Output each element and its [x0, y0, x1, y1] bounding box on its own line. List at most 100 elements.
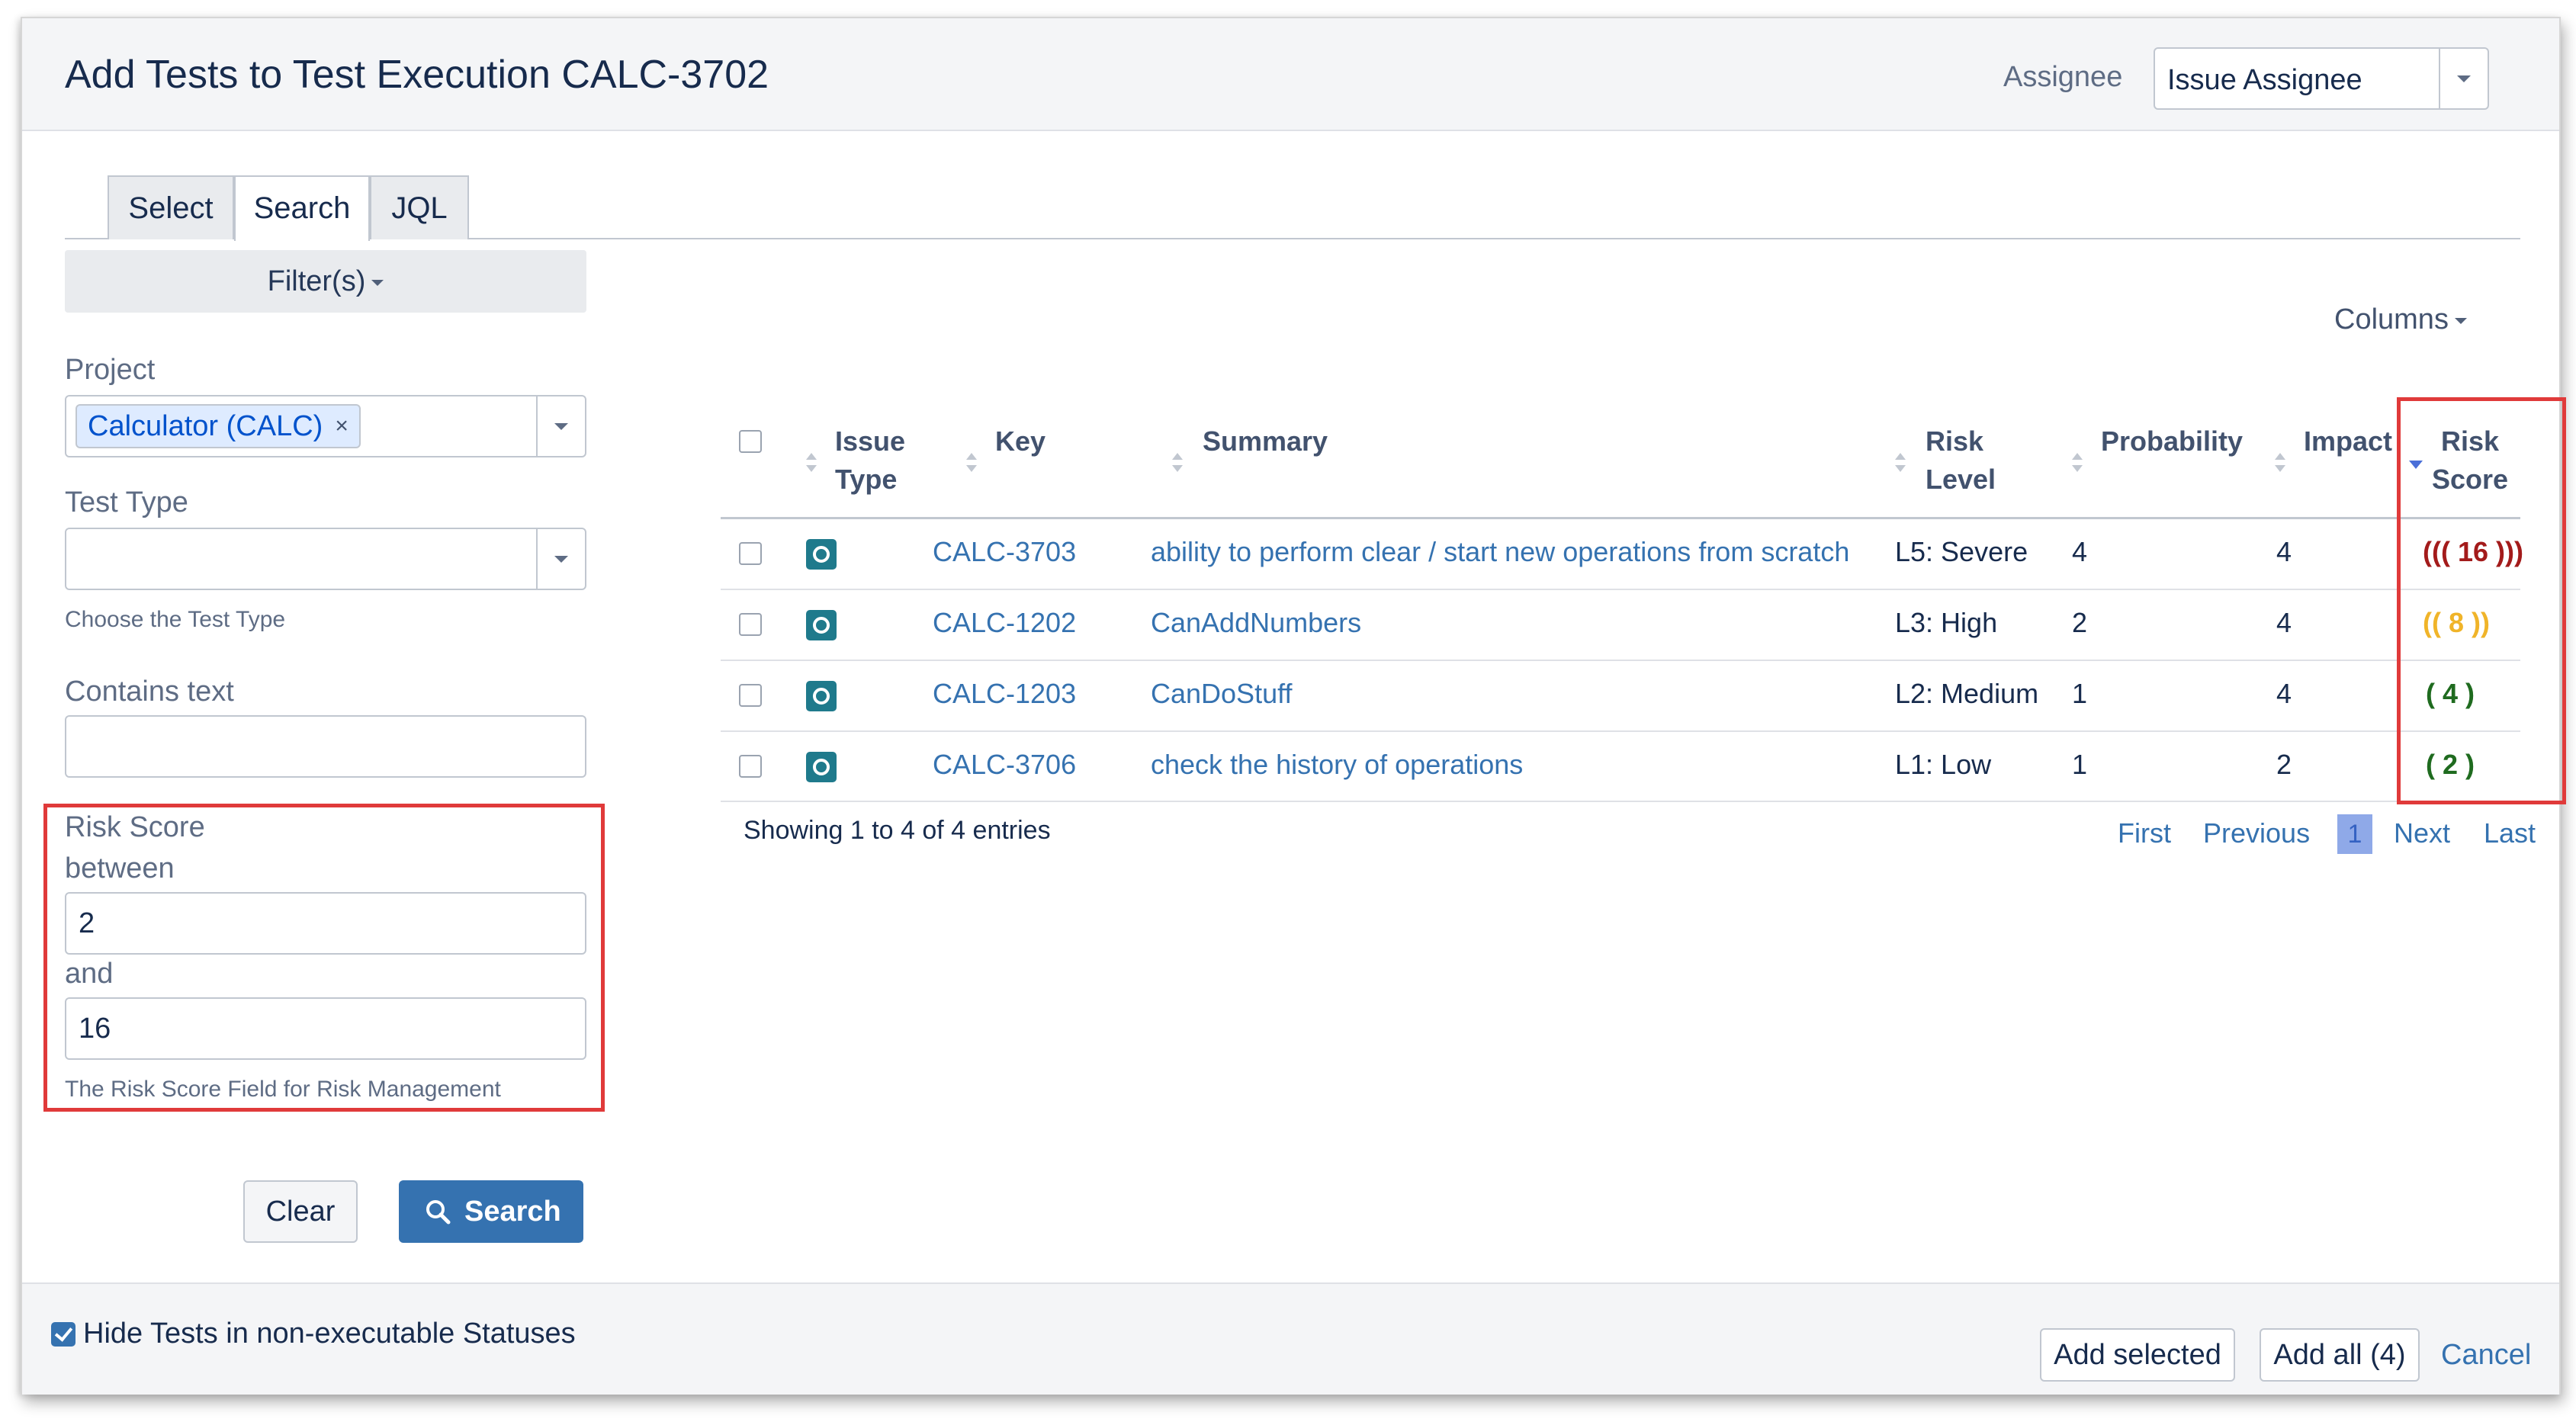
pagination-previous[interactable]: Previous — [2203, 817, 2310, 849]
row-checkbox[interactable] — [739, 684, 762, 707]
sort-icon[interactable] — [2072, 453, 2083, 476]
header-key[interactable]: Key — [995, 422, 1045, 461]
pagination-next[interactable]: Next — [2394, 817, 2450, 849]
chevron-down-icon — [2454, 317, 2467, 324]
cancel-link[interactable]: Cancel — [2441, 1339, 2531, 1372]
sort-icon[interactable] — [1172, 453, 1183, 476]
filters-button-label: Filter(s) — [267, 265, 366, 297]
risk-score-highlight — [43, 804, 605, 1112]
impact: 4 — [2276, 607, 2292, 638]
table-row[interactable]: CALC-3706 check the history of operation… — [721, 732, 2520, 802]
risk-score-column-highlight — [2397, 397, 2566, 804]
contains-text-input[interactable] — [65, 715, 586, 778]
probability: 4 — [2072, 536, 2088, 567]
tab-jql[interactable]: JQL — [370, 175, 469, 239]
sort-icon[interactable] — [2275, 453, 2285, 476]
select-all-checkbox[interactable] — [739, 430, 762, 453]
test-issue-type-icon — [806, 681, 837, 711]
risk-score-label: Risk Score — [65, 811, 205, 843]
add-selected-button[interactable]: Add selected — [2040, 1328, 2235, 1382]
sort-icon[interactable] — [966, 453, 977, 476]
test-type-dropdown-button[interactable] — [536, 529, 585, 589]
row-checkbox[interactable] — [739, 613, 762, 636]
row-divider — [721, 801, 2520, 802]
impact: 2 — [2276, 749, 2292, 780]
risk-level: L2: Medium — [1895, 678, 2039, 709]
chevron-down-icon — [554, 556, 568, 563]
test-type-label: Test Type — [65, 486, 188, 518]
row-checkbox[interactable] — [739, 755, 762, 778]
chevron-down-icon — [2457, 75, 2471, 82]
risk-score-help: The Risk Score Field for Risk Management — [65, 1077, 501, 1102]
assignee-value: Issue Assignee — [2167, 64, 2362, 96]
dialog-title: Add Tests to Test Execution CALC-3702 — [65, 53, 769, 97]
filters-dropdown-button[interactable]: Filter(s) — [65, 250, 586, 313]
issue-key-link[interactable]: CALC-3706 — [933, 749, 1076, 781]
remove-project-icon[interactable]: × — [335, 406, 348, 447]
add-all-button[interactable]: Add all (4) — [2260, 1328, 2420, 1382]
impact: 4 — [2276, 678, 2292, 709]
pagination-current-page[interactable]: 1 — [2337, 814, 2372, 854]
risk-level: L5: Severe — [1895, 536, 2028, 567]
add-tests-dialog: Add Tests to Test Execution CALC-3702 As… — [21, 17, 2566, 1395]
chevron-down-icon — [554, 423, 568, 430]
project-dropdown-button[interactable] — [536, 396, 585, 456]
search-button[interactable]: Search — [399, 1180, 583, 1243]
test-type-help: Choose the Test Type — [65, 607, 286, 632]
header-issue-type-line2: Type — [835, 464, 898, 495]
test-issue-type-icon — [806, 539, 837, 570]
header-impact[interactable]: Impact — [2304, 422, 2392, 461]
contains-text-label: Contains text — [65, 676, 234, 708]
hide-non-executable-checkbox[interactable] — [51, 1322, 75, 1347]
tab-select[interactable]: Select — [108, 175, 234, 239]
between-label: between — [65, 852, 175, 884]
pagination-last[interactable]: Last — [2484, 817, 2536, 849]
header-risk-level-line2: Level — [1926, 464, 1996, 495]
probability: 1 — [2072, 678, 2088, 709]
issue-key-link[interactable]: CALC-1203 — [933, 678, 1076, 710]
project-chip-label: Calculator (CALC) — [88, 410, 323, 442]
test-issue-type-icon — [806, 752, 837, 782]
and-label: and — [65, 958, 114, 990]
project-select[interactable]: Calculator (CALC) × — [65, 395, 586, 457]
issue-summary-link[interactable]: CanDoStuff — [1151, 678, 1292, 710]
issue-key-link[interactable]: CALC-3703 — [933, 536, 1076, 568]
test-issue-type-icon — [806, 610, 837, 640]
issue-key-link[interactable]: CALC-1202 — [933, 607, 1076, 639]
tab-search[interactable]: Search — [234, 175, 370, 241]
issue-summary-link[interactable]: check the history of operations — [1151, 749, 1523, 781]
risk-score-min-input[interactable]: 2 — [65, 892, 586, 955]
entries-info: Showing 1 to 4 of 4 entries — [744, 816, 1051, 845]
table-row[interactable]: CALC-1203 CanDoStuff L2: Medium 1 4 ( 4 … — [721, 661, 2520, 731]
table-row[interactable]: CALC-3703 ability to perform clear / sta… — [721, 519, 2523, 589]
probability: 1 — [2072, 749, 2088, 780]
columns-button[interactable]: Columns — [2334, 303, 2467, 336]
clear-button[interactable]: Clear — [243, 1180, 358, 1243]
test-type-select[interactable] — [65, 528, 586, 590]
header-probability[interactable]: Probability — [2101, 422, 2243, 461]
risk-score-min-value: 2 — [79, 907, 95, 939]
assignee-select[interactable]: Issue Assignee — [2154, 47, 2489, 110]
row-checkbox[interactable] — [739, 542, 762, 565]
header-issue-type[interactable]: Issue Type — [835, 422, 905, 499]
header-risk-level[interactable]: Risk Level — [1926, 422, 1996, 499]
risk-score-max-input[interactable]: 16 — [65, 997, 586, 1060]
header-issue-type-line1: Issue — [835, 425, 906, 457]
impact: 4 — [2276, 536, 2292, 567]
sort-icon[interactable] — [806, 453, 817, 476]
project-chip: Calculator (CALC) × — [75, 404, 361, 448]
table-row[interactable]: CALC-1202 CanAddNumbers L3: High 2 4 (( … — [721, 590, 2520, 660]
assignee-dropdown-button[interactable] — [2439, 49, 2488, 108]
chevron-down-icon — [371, 279, 384, 286]
columns-button-label: Columns — [2334, 303, 2449, 335]
pagination-first[interactable]: First — [2118, 817, 2171, 849]
sort-icon[interactable] — [1895, 453, 1906, 476]
header-summary[interactable]: Summary — [1203, 422, 1328, 461]
search-button-label: Search — [464, 1196, 561, 1228]
issue-summary-link[interactable]: CanAddNumbers — [1151, 607, 1361, 639]
hide-non-executable-label[interactable]: Hide Tests in non-executable Statuses — [83, 1318, 576, 1350]
dialog-header: Add Tests to Test Execution CALC-3702 As… — [22, 18, 2559, 131]
project-label: Project — [65, 354, 156, 386]
issue-summary-link[interactable]: ability to perform clear / start new ope… — [1151, 536, 1849, 568]
probability: 2 — [2072, 607, 2088, 638]
